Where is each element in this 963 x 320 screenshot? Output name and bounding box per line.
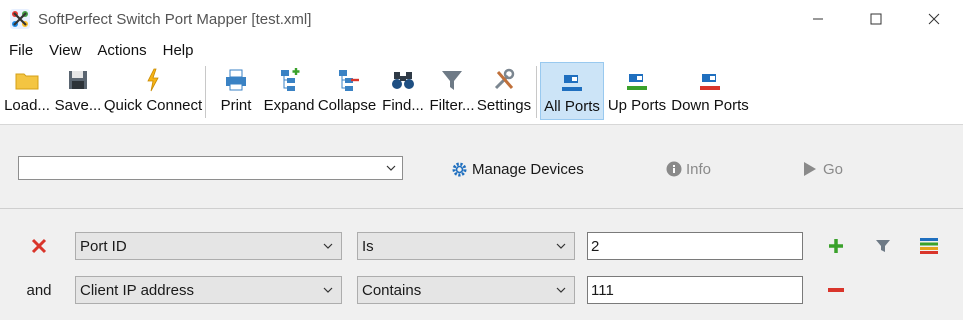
load-button[interactable]: Load... — [4, 62, 50, 120]
info-button[interactable]: Info — [666, 158, 711, 180]
expand-button[interactable]: Expand — [261, 62, 317, 120]
collapse-tree-icon — [339, 70, 359, 91]
floppy-disk-icon — [69, 71, 87, 89]
funnel-icon — [876, 240, 890, 252]
and-label: and — [26, 281, 52, 299]
printer-icon — [226, 69, 246, 91]
port-blue-icon — [562, 75, 582, 91]
minimize-button[interactable] — [789, 0, 847, 38]
menu-view[interactable]: View — [40, 42, 88, 59]
chevron-down-icon — [386, 165, 396, 171]
app-logo-icon — [10, 9, 30, 29]
settings-button[interactable]: Settings — [475, 62, 533, 120]
save-button[interactable]: Save... — [54, 62, 102, 120]
remove-x-icon — [31, 238, 47, 254]
expand-tree-icon — [281, 68, 300, 91]
filter-button[interactable]: Filter... — [429, 62, 475, 120]
tools-icon — [494, 68, 515, 90]
close-button[interactable] — [905, 0, 963, 38]
value-input-2[interactable]: 111 — [587, 276, 803, 304]
folder-icon — [15, 73, 39, 90]
apply-filter-button[interactable] — [872, 235, 894, 257]
maximize-icon — [870, 13, 882, 25]
minimize-icon — [813, 18, 823, 20]
maximize-button[interactable] — [847, 0, 905, 38]
device-panel: Manage Devices Info Go — [0, 124, 963, 209]
value-input-1[interactable]: 2 — [587, 232, 803, 260]
lightning-icon — [147, 68, 159, 92]
info-icon — [666, 161, 682, 177]
close-icon — [928, 13, 940, 25]
find-button[interactable]: Find... — [381, 62, 425, 120]
toolbar-separator — [205, 66, 206, 118]
menu-help[interactable]: Help — [154, 42, 201, 59]
filter-list-button[interactable] — [917, 235, 941, 257]
plus-icon — [829, 239, 843, 253]
quick-connect-button[interactable]: Quick Connect — [104, 62, 202, 120]
toolbar-separator — [536, 66, 537, 118]
remove-row-button[interactable] — [825, 279, 847, 301]
chevron-down-icon — [323, 243, 333, 249]
collapse-button[interactable]: Collapse — [317, 62, 377, 120]
field-select-1[interactable]: Port ID — [75, 232, 342, 260]
toolbar: Load... Save... Quick Connect Print Expa… — [0, 62, 963, 124]
window-title: SoftPerfect Switch Port Mapper [test.xml… — [38, 10, 312, 28]
field-select-2[interactable]: Client IP address — [75, 276, 342, 304]
print-button[interactable]: Print — [211, 62, 261, 120]
funnel-icon — [442, 71, 462, 90]
menu-actions[interactable]: Actions — [88, 42, 153, 59]
remove-condition-button[interactable] — [28, 235, 50, 257]
up-ports-button[interactable]: Up Ports — [606, 62, 668, 120]
port-down-icon — [700, 74, 720, 90]
title-bar: SoftPerfect Switch Port Mapper [test.xml… — [0, 0, 963, 38]
port-up-icon — [627, 74, 647, 90]
add-condition-button[interactable] — [825, 235, 847, 257]
gear-icon — [452, 162, 467, 176]
chevron-down-icon — [323, 287, 333, 293]
operator-select-1[interactable]: Is — [357, 232, 575, 260]
device-dropdown[interactable] — [18, 156, 403, 180]
menu-bar: File View Actions Help — [0, 38, 963, 62]
binoculars-icon — [392, 72, 414, 89]
chevron-down-icon — [556, 243, 566, 249]
play-icon — [804, 162, 816, 176]
down-ports-button[interactable]: Down Ports — [670, 62, 750, 120]
operator-select-2[interactable]: Contains — [357, 276, 575, 304]
go-button[interactable]: Go — [803, 158, 843, 180]
filter-panel: Port ID Is 2 and Client IP address Conta… — [0, 208, 963, 320]
chevron-down-icon — [556, 287, 566, 293]
manage-devices-button[interactable]: Manage Devices — [451, 158, 584, 180]
minus-icon — [828, 288, 844, 292]
colored-list-icon — [920, 238, 938, 254]
all-ports-button[interactable]: All Ports — [540, 62, 604, 120]
menu-file[interactable]: File — [0, 42, 40, 59]
